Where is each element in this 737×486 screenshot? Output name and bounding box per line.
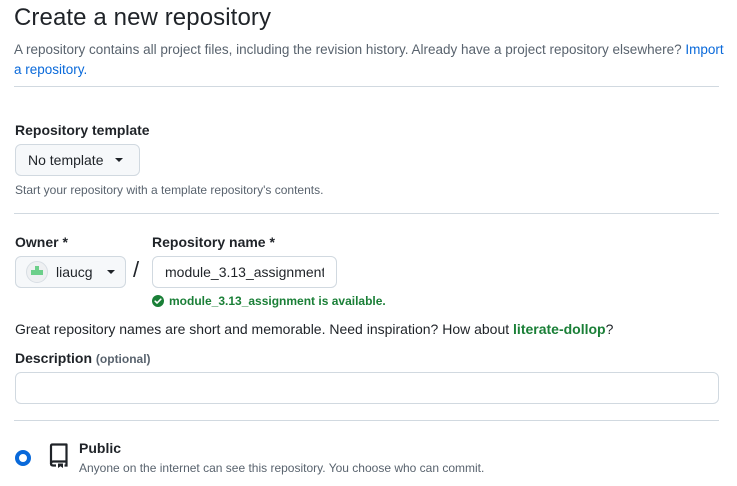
repo-icon <box>49 443 68 468</box>
divider <box>14 86 719 87</box>
template-selected: No template <box>28 152 104 168</box>
name-suggestion: Great repository names are short and mem… <box>15 321 613 337</box>
page-description: A repository contains all project files,… <box>14 40 729 80</box>
suggestion-text: Great repository names are short and mem… <box>15 321 510 337</box>
owner-label-text: Owner <box>15 234 59 250</box>
page-title: Create a new repository <box>14 4 272 31</box>
chevron-down-icon <box>106 270 115 274</box>
owner-select-button[interactable]: liaucg <box>15 256 126 288</box>
divider <box>14 213 719 214</box>
visibility-public-hint: Anyone on the internet can see this repo… <box>79 461 485 475</box>
owner-repo-separator: / <box>133 257 140 282</box>
description-optional: (optional) <box>95 352 151 366</box>
identicon-avatar <box>26 261 48 283</box>
visibility-public-radio[interactable] <box>15 450 31 466</box>
divider <box>14 420 719 421</box>
repo-availability-message: module_3.13_assignment is available. <box>152 294 386 308</box>
repo-name-label-text: Repository name <box>152 234 266 250</box>
repo-name-required-mark: * <box>269 234 275 250</box>
template-hint: Start your repository with a template re… <box>15 183 324 197</box>
description-label: Description (optional) <box>15 350 151 366</box>
page-description-text: A repository contains all project files,… <box>14 42 682 57</box>
suggestion-end: ? <box>605 321 614 337</box>
template-select-button[interactable]: No template <box>15 144 140 176</box>
template-label: Repository template <box>15 122 150 138</box>
owner-label: Owner * <box>15 234 68 250</box>
description-input[interactable] <box>15 372 719 404</box>
description-label-text: Description <box>15 350 93 366</box>
repo-name-label: Repository name * <box>152 234 275 250</box>
chevron-down-icon <box>115 158 124 162</box>
owner-selected: liaucg <box>56 264 93 280</box>
repo-availability-text: module_3.13_assignment is available. <box>169 294 386 308</box>
visibility-public-label: Public <box>79 440 122 456</box>
repo-name-input[interactable] <box>152 256 337 288</box>
owner-required-mark: * <box>62 234 68 250</box>
check-circle-icon <box>152 295 164 307</box>
suggested-name-link[interactable]: literate-dollop <box>513 321 606 337</box>
